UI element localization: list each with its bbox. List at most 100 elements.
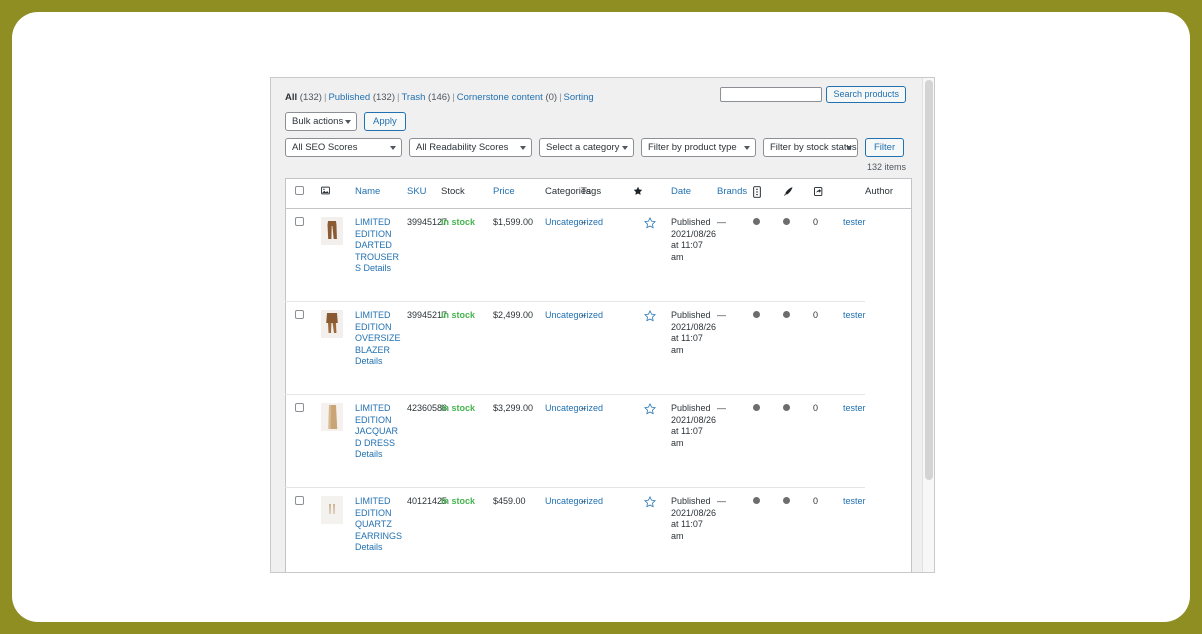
name-column-header[interactable]: Name (355, 178, 407, 209)
categories-column-header: Categories (545, 178, 591, 209)
date-value: 2021/08/26 at 11:07 am (671, 228, 717, 262)
category-link[interactable]: Uncategorized (545, 403, 603, 413)
row-sku-cell: 39945127 (407, 208, 447, 302)
category-link[interactable]: Uncategorized (545, 217, 603, 227)
product-name-link[interactable]: LIMITED EDITION OVERSIZE BLAZER (355, 310, 401, 355)
row-checkbox[interactable] (295, 217, 304, 226)
stock-status-select[interactable]: Filter by stock status (763, 138, 858, 157)
browser-viewport: All (132) | Published (132) | Trash (146) | Co… (12, 12, 1190, 622)
view-all[interactable]: All (132) (285, 92, 322, 103)
product-thumbnail[interactable] (321, 310, 343, 338)
seo-scores-select[interactable]: All SEO Scores (285, 138, 402, 157)
row-featured-cell (633, 487, 671, 572)
date-value: 2021/08/26 at 11:07 am (671, 321, 717, 355)
share-icon (813, 186, 824, 200)
row-count-cell: 0 (813, 208, 843, 302)
filter-button[interactable]: Filter (865, 138, 905, 157)
row-stock-cell: In stock (441, 487, 493, 572)
row-mobile-cell (753, 394, 783, 488)
product-details-link[interactable]: Details (364, 263, 392, 273)
view-trash[interactable]: Trash (401, 92, 425, 103)
tags-value: – (581, 217, 587, 227)
product-details-link[interactable]: Details (355, 356, 383, 366)
author-link[interactable]: tester (843, 496, 866, 506)
mobile-icon (753, 186, 761, 201)
row-name-cell: LIMITED EDITION DARTED TROUSERS Details (355, 208, 407, 302)
chevron-down-icon (846, 145, 852, 150)
date-column-header[interactable]: Date (671, 178, 717, 209)
row-pen-cell (783, 394, 813, 488)
product-name-link[interactable]: LIMITED EDITION QUARTZ EARRINGS (355, 496, 402, 541)
row-checkbox[interactable] (295, 310, 304, 319)
select-all-checkbox[interactable] (295, 186, 304, 195)
row-brands-cell: — (717, 208, 753, 302)
table-row: LIMITED EDITION JACQUARD DRESS Details 4… (285, 394, 912, 488)
row-date-cell: Published 2021/08/26 at 11:07 am (671, 394, 717, 488)
tags-column-header: Tags (581, 178, 633, 209)
row-stock-cell: In stock (441, 301, 493, 395)
price-column-header[interactable]: Price (493, 178, 545, 209)
view-published[interactable]: Published (328, 92, 370, 103)
readability-scores-select[interactable]: All Readability Scores (409, 138, 532, 157)
product-thumbnail[interactable] (321, 496, 343, 524)
star-outline-icon[interactable] (644, 403, 656, 417)
table-row: LIMITED EDITION DARTED TROUSERS Details … (285, 208, 912, 302)
panel-scrollbar-thumb[interactable] (925, 80, 933, 480)
author-column-header: Author (865, 178, 912, 209)
row-sku-cell: 39945217 (407, 301, 447, 395)
product-thumbnail[interactable] (321, 403, 343, 431)
search-products-button[interactable]: Search products (826, 86, 906, 103)
row-thumb-cell (321, 394, 355, 488)
count-column-header (843, 178, 865, 209)
product-details-link[interactable]: Details (355, 449, 383, 459)
view-sorting-label: Sorting (563, 92, 594, 103)
seo-status-dot (783, 311, 790, 318)
view-trash-label: Trash (401, 92, 426, 103)
mobile-status-dot (753, 218, 760, 225)
product-name-link[interactable]: LIMITED EDITION JACQUARD DRESS (355, 403, 398, 448)
star-outline-icon[interactable] (644, 496, 656, 510)
sku-column-header[interactable]: SKU (407, 178, 441, 209)
star-outline-icon[interactable] (644, 310, 656, 324)
category-link[interactable]: Uncategorized (545, 496, 603, 506)
category-select[interactable]: Select a category (539, 138, 634, 157)
row-checkbox[interactable] (295, 496, 304, 505)
author-link[interactable]: tester (843, 217, 866, 227)
category-link[interactable]: Uncategorized (545, 310, 603, 320)
date-status: Published (671, 310, 711, 320)
row-thumb-cell (321, 301, 355, 395)
date-status: Published (671, 217, 711, 227)
author-link[interactable]: tester (843, 310, 866, 320)
view-all-count: (132) (299, 92, 322, 103)
date-value: 2021/08/26 at 11:07 am (671, 507, 717, 541)
row-mobile-cell (753, 487, 783, 572)
seo-status-dot (783, 404, 790, 411)
view-sorting[interactable]: Sorting (564, 92, 594, 103)
row-mobile-cell (753, 301, 783, 395)
seo-status-dot (783, 218, 790, 225)
mobile-status-dot (753, 497, 760, 504)
product-thumbnail[interactable] (321, 217, 343, 245)
bulk-actions-select[interactable]: Bulk actions (285, 112, 357, 131)
view-published-count: (132) (372, 92, 395, 103)
row-date-cell: Published 2021/08/26 at 11:07 am (671, 208, 717, 302)
author-link[interactable]: tester (843, 403, 866, 413)
apply-button[interactable]: Apply (364, 112, 406, 131)
row-checkbox[interactable] (295, 403, 304, 412)
chevron-down-icon (744, 145, 750, 150)
view-trash-count: (146) (428, 92, 451, 103)
bulk-actions-row: Bulk actions Apply (285, 112, 924, 131)
stock-status: In stock (441, 403, 476, 413)
row-brands-cell: — (717, 394, 753, 488)
star-outline-icon[interactable] (644, 217, 656, 231)
row-featured-cell (633, 394, 671, 488)
view-cornerstone[interactable]: Cornerstone content (457, 92, 543, 103)
panel-scrollbar[interactable] (922, 78, 934, 572)
row-categories-cell: Uncategorized (545, 487, 603, 572)
stock-status: In stock (441, 217, 476, 227)
product-type-select[interactable]: Filter by product type (641, 138, 756, 157)
brands-column-header[interactable]: Brands (717, 178, 753, 209)
star-icon (633, 186, 643, 199)
search-input[interactable] (720, 87, 823, 102)
product-details-link[interactable]: Details (355, 542, 383, 552)
